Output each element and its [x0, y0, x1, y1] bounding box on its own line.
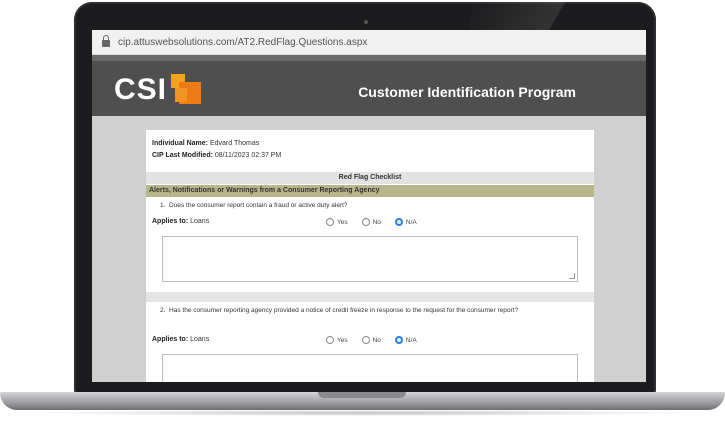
category-heading: Alerts, Notifications or Warnings from a… [146, 185, 594, 197]
csi-logo-icon [171, 74, 205, 106]
applies-label: Applies to: [152, 336, 189, 343]
radio-label: No [372, 218, 381, 226]
camera-icon [364, 20, 368, 24]
radio-dot[interactable] [361, 336, 370, 344]
individual-info: Individual Name: Edvard Thomas CIP Last … [146, 130, 594, 162]
radio-yes[interactable]: Yes [326, 218, 348, 226]
comment-textarea-1[interactable] [162, 236, 578, 282]
radio-dot[interactable] [326, 218, 334, 226]
applies-label: Applies to: [152, 218, 189, 225]
url-text[interactable]: cip.attuswebsolutions.com/AT2.RedFlag.Qu… [118, 37, 367, 48]
radio-no[interactable]: No [361, 336, 381, 344]
logo-text: CSI [114, 73, 168, 106]
browser-screen: cip.attuswebsolutions.com/AT2.RedFlag.Qu… [92, 30, 646, 382]
comment-textarea-2[interactable] [162, 354, 578, 382]
question-1: 1. Does the consumer report contain a fr… [160, 201, 580, 210]
applies-to-2: Applies to: Loans [152, 336, 209, 343]
question-text: Does the consumer report contain a fraud… [169, 202, 348, 209]
answer-radios-1: Yes No N/A [326, 218, 417, 226]
radio-label: Yes [337, 218, 348, 226]
applies-value: Loans [190, 218, 210, 225]
radio-dot-selected[interactable] [394, 336, 403, 344]
radio-na[interactable]: N/A [394, 218, 417, 226]
cip-modified-label: CIP Last Modified: [152, 152, 213, 159]
checklist-title: Red Flag Checklist [146, 172, 594, 184]
radio-dot-selected[interactable] [394, 218, 403, 226]
radio-label: Yes [337, 336, 348, 344]
radio-label: N/A [405, 336, 417, 344]
radio-label: No [372, 336, 381, 344]
question-number: 2. [160, 307, 166, 314]
question-divider [146, 292, 594, 302]
laptop-notch [318, 392, 406, 398]
question-number: 1. [160, 202, 166, 209]
radio-dot[interactable] [361, 218, 370, 226]
individual-name-value: Edvard Thomas [209, 140, 260, 147]
resize-handle-icon[interactable] [569, 273, 575, 279]
question-2: 2. Has the consumer reporting agency pro… [160, 306, 580, 315]
radio-dot[interactable] [326, 336, 334, 344]
checklist-panel: Individual Name: Edvard Thomas CIP Last … [146, 130, 594, 382]
cip-modified-value: 08/11/2023 02:37 PM [214, 152, 282, 159]
program-title: Customer Identification Program [358, 84, 576, 100]
individual-name-label: Individual Name: [152, 140, 209, 147]
radio-label: N/A [405, 218, 417, 226]
site-header: CSI Customer Identification Program [92, 55, 646, 123]
answer-radios-2: Yes No N/A [326, 336, 417, 344]
lock-icon [102, 35, 110, 47]
csi-logo[interactable]: CSI [114, 73, 205, 107]
radio-yes[interactable]: Yes [326, 336, 348, 344]
radio-no[interactable]: No [361, 218, 381, 226]
address-bar[interactable]: cip.attuswebsolutions.com/AT2.RedFlag.Qu… [92, 30, 646, 55]
radio-na[interactable]: N/A [394, 336, 417, 344]
applies-to-1: Applies to: Loans [152, 218, 209, 225]
laptop-shadow [20, 410, 705, 416]
question-text: Has the consumer reporting agency provid… [169, 307, 519, 314]
applies-value: Loans [190, 336, 210, 343]
